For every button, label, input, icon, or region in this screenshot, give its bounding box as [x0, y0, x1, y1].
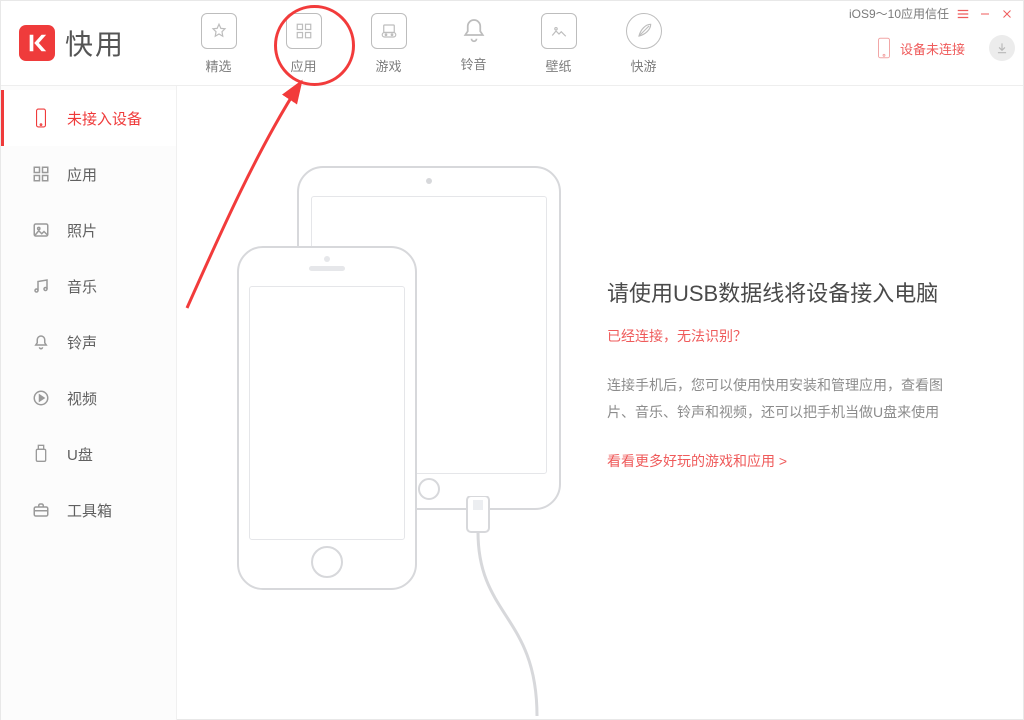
tab-label: 铃音: [460, 54, 486, 73]
sidebar-item-ringtones[interactable]: 铃声: [1, 314, 176, 370]
sidebar-item-label: 视频: [67, 388, 97, 409]
menu-icon[interactable]: [955, 6, 971, 22]
brand-name: 快用: [65, 23, 125, 63]
sidebar-item-label: 未接入设备: [67, 108, 142, 129]
usb-drive-icon: [31, 444, 51, 464]
top-tabs: 精选 应用 游戏 铃音 壁纸: [176, 1, 686, 75]
connect-description: 连接手机后，您可以使用快用安装和管理应用，查看图片、音乐、铃声和视频，还可以把手…: [607, 372, 947, 425]
device-row: 设备未连接: [866, 34, 1015, 62]
apps-grid-icon: [31, 164, 51, 184]
connect-heading: 请使用USB数据线将设备接入电脑: [607, 276, 947, 308]
sidebar: 未接入设备 应用 照片 音乐 铃声 视频 U盘 工具箱: [1, 86, 177, 720]
window-controls-row: iOS9～10应用信任: [849, 5, 1015, 22]
music-note-icon: [31, 276, 51, 296]
device-illustration: [237, 166, 567, 586]
phone-outline-icon: [876, 37, 892, 59]
close-icon[interactable]: [999, 6, 1015, 22]
tab-label: 壁纸: [545, 56, 571, 75]
sidebar-item-no-device[interactable]: 未接入设备: [1, 90, 176, 146]
sidebar-item-label: 音乐: [67, 276, 97, 297]
toolbox-icon: [31, 500, 51, 520]
star-icon: [201, 13, 237, 49]
tab-label: 精选: [205, 56, 231, 75]
ios-trust-link[interactable]: iOS9～10应用信任: [849, 5, 949, 22]
connect-copy: 请使用USB数据线将设备接入电脑 已经连接，无法识别？ 连接手机后，您可以使用快…: [607, 276, 947, 720]
device-status-text: 设备未连接: [900, 39, 965, 58]
sidebar-item-toolbox[interactable]: 工具箱: [1, 482, 176, 538]
bell-icon: [31, 332, 51, 352]
tab-label: 快游: [630, 56, 656, 75]
content-area: 请使用USB数据线将设备接入电脑 已经连接，无法识别？ 连接手机后，您可以使用快…: [177, 86, 1023, 720]
tab-ringtones[interactable]: 铃音: [431, 13, 516, 73]
image-icon: [31, 220, 51, 240]
gamepad-icon: [371, 13, 407, 49]
sidebar-item-apps[interactable]: 应用: [1, 146, 176, 202]
sidebar-item-label: 照片: [67, 220, 97, 241]
phone-outline-icon: [237, 246, 417, 590]
tab-label: 应用: [290, 56, 316, 75]
already-connected-link[interactable]: 已经连接，无法识别？: [607, 326, 947, 346]
minimize-icon[interactable]: [977, 6, 993, 22]
feather-icon: [626, 13, 662, 49]
header-right: iOS9～10应用信任 设备未连接: [815, 1, 1023, 62]
tab-featured[interactable]: 精选: [176, 13, 261, 75]
sidebar-item-label: 工具箱: [67, 500, 112, 521]
tab-apps[interactable]: 应用: [261, 13, 346, 75]
main-layout: 未接入设备 应用 照片 音乐 铃声 视频 U盘 工具箱: [1, 86, 1023, 720]
sidebar-item-label: 应用: [67, 164, 97, 185]
play-circle-icon: [31, 388, 51, 408]
tab-quickplay[interactable]: 快游: [601, 13, 686, 75]
tab-games[interactable]: 游戏: [346, 13, 431, 75]
sidebar-item-videos[interactable]: 视频: [1, 370, 176, 426]
bell-icon: [457, 13, 491, 47]
header: 快用 精选 应用 游戏 铃音: [1, 1, 1023, 86]
brand-logo-icon: [19, 25, 55, 61]
usb-cable-icon: [437, 496, 557, 716]
sidebar-item-udisk[interactable]: U盘: [1, 426, 176, 482]
device-status: 设备未连接: [866, 34, 975, 62]
sidebar-item-label: U盘: [67, 444, 93, 465]
image-icon: [541, 13, 577, 49]
phone-icon: [31, 108, 51, 128]
brand: 快用: [1, 1, 176, 85]
download-button[interactable]: [989, 35, 1015, 61]
tab-wallpapers[interactable]: 壁纸: [516, 13, 601, 75]
sidebar-item-music[interactable]: 音乐: [1, 258, 176, 314]
tab-label: 游戏: [375, 56, 401, 75]
sidebar-item-label: 铃声: [67, 332, 97, 353]
apps-grid-icon: [286, 13, 322, 49]
sidebar-item-photos[interactable]: 照片: [1, 202, 176, 258]
more-apps-link[interactable]: 看看更多好玩的游戏和应用 >: [607, 451, 947, 471]
